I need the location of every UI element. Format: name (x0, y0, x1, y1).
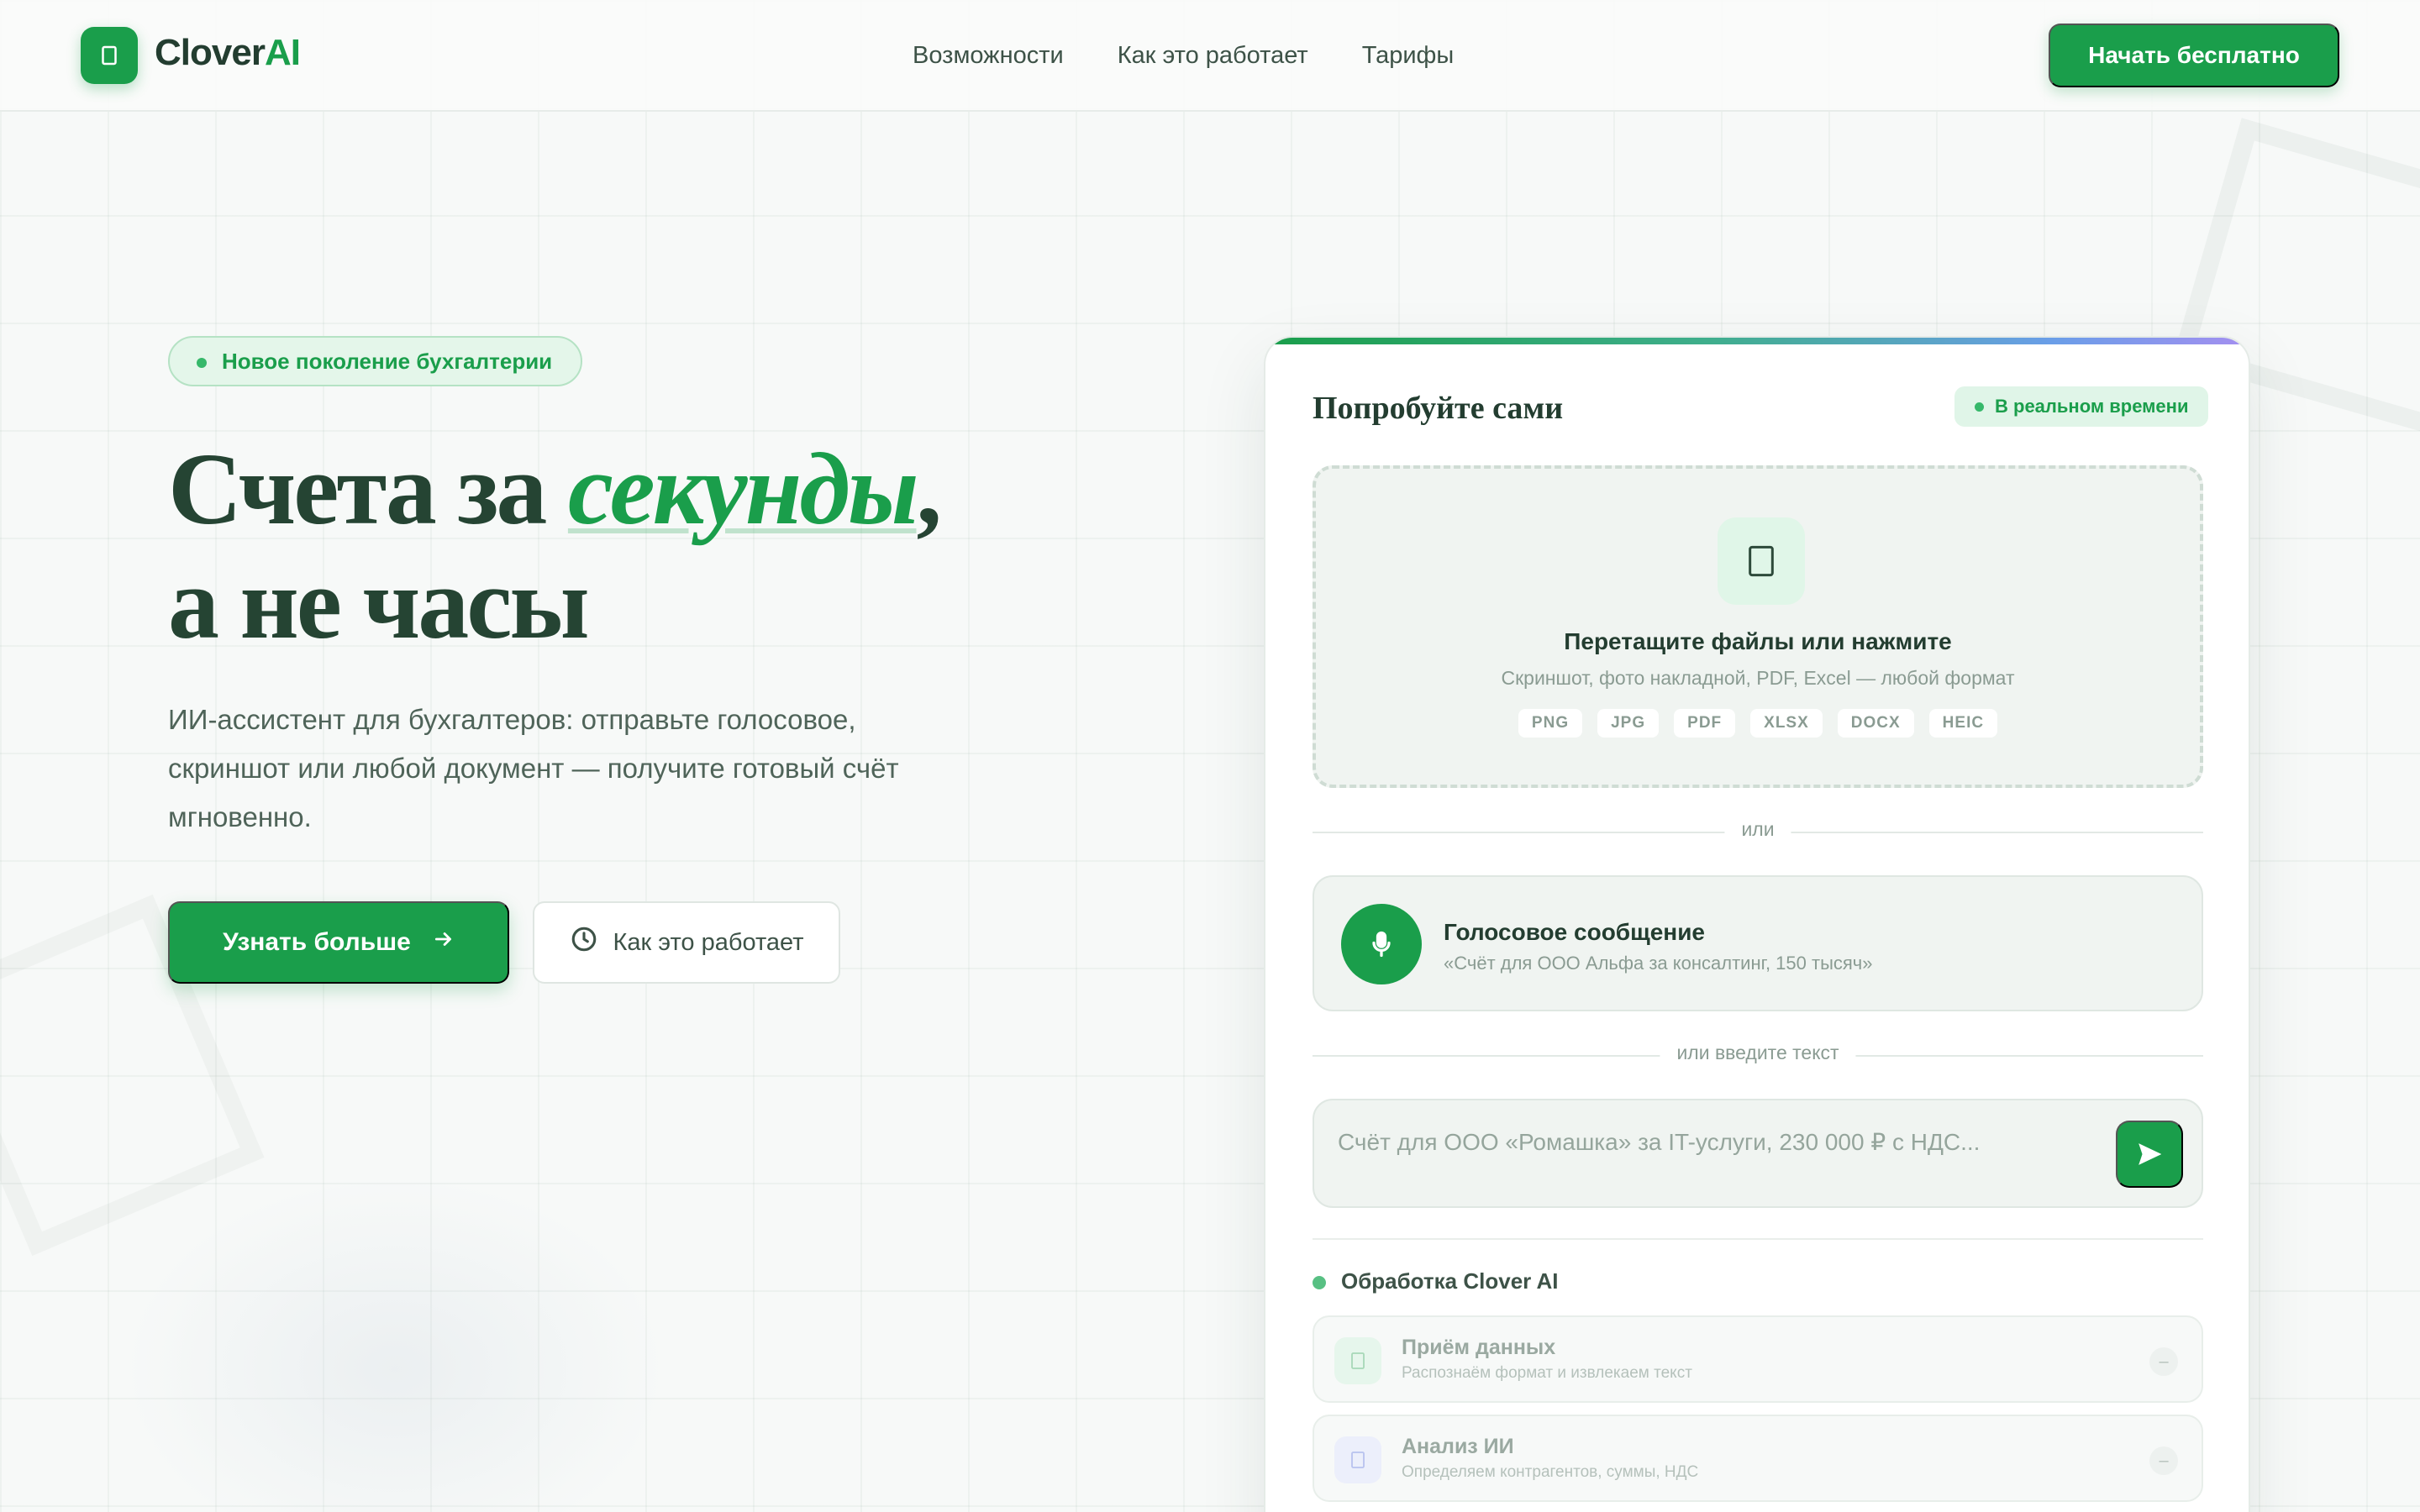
format-tag: JPG (1597, 709, 1660, 738)
title-accent: секунды (567, 433, 919, 546)
top-navbar: CloverAI Возможности Как это работает Та… (0, 0, 2420, 112)
processing-step: Анализ ИИ Определяем контрагентов, суммы… (1313, 1415, 2203, 1502)
inbox-icon (1334, 1337, 1381, 1384)
processing-title: Обработка Clover AI (1313, 1268, 1559, 1294)
text-input-box (1313, 1099, 2203, 1208)
processing-step: Приём данных Распознаём формат и извлека… (1313, 1315, 2203, 1403)
demo-title: Попробуйте сами (1313, 391, 1564, 426)
how-it-works-button[interactable]: Как это работает (533, 901, 840, 984)
format-tag: DOCX (1837, 709, 1914, 738)
microphone-icon[interactable] (1341, 904, 1422, 984)
voice-title: Голосовое сообщение (1444, 919, 1705, 945)
realtime-dot (1975, 402, 1984, 412)
demo-card: Попробуйте сами В реальном времени Перет… (1264, 336, 2250, 1512)
hero-subtitle: ИИ-ассистент для бухгалтеров: отправьте … (168, 704, 899, 832)
dropzone-title: Перетащите файлы или нажмите (1564, 628, 1952, 654)
hero-badge: Новое поколение бухгалтерии (168, 336, 583, 386)
step-status: – (2149, 1446, 2178, 1475)
file-upload-icon (1718, 517, 1805, 605)
voice-message-option[interactable]: Голосовое сообщение «Счёт для ООО Альфа … (1313, 875, 2203, 1011)
or-divider: или (1313, 818, 2203, 841)
processing-dot (1313, 1276, 1326, 1289)
nav-link-how-it-works[interactable]: Как это работает (1118, 42, 1308, 70)
sparkle-icon (1334, 1436, 1381, 1483)
learn-more-label: Узнать больше (223, 928, 411, 956)
how-it-works-label: Как это работает (613, 928, 804, 956)
or-text-label: или введите текст (1660, 1042, 1856, 1064)
card-gradient-bar (1265, 338, 2249, 344)
start-free-button[interactable]: Начать бесплатно (2049, 24, 2339, 87)
step-title: Приём данных (1402, 1336, 1556, 1359)
format-tag: PDF (1674, 709, 1736, 738)
learn-more-button[interactable]: Узнать больше (168, 901, 509, 984)
badge-dot (197, 358, 207, 368)
file-dropzone[interactable]: Перетащите файлы или нажмите Скриншот, ф… (1313, 465, 2203, 788)
step-title: Анализ ИИ (1402, 1435, 1514, 1458)
dropzone-subtitle: Скриншот, фото накладной, PDF, Excel — л… (1501, 667, 2015, 689)
clock-icon (570, 925, 598, 960)
format-tag: XLSX (1750, 709, 1823, 738)
arrow-right-icon (433, 928, 455, 957)
realtime-label: В реальном времени (1995, 396, 2189, 417)
format-list: PNG JPG PDF XLSX DOCX HEIC (1316, 709, 2200, 738)
badge-label: Новое поколение бухгалтерии (222, 348, 553, 374)
or-text-divider: или введите текст (1313, 1042, 2203, 1064)
processing-divider (1313, 1238, 2203, 1240)
invoice-text-input[interactable] (1338, 1124, 2094, 1161)
logo-icon[interactable] (81, 27, 138, 84)
step-subtitle: Распознаём формат и извлекаем текст (1402, 1364, 1692, 1382)
step-status: – (2149, 1347, 2178, 1376)
title-comma: , (916, 433, 941, 546)
nav-link-pricing[interactable]: Тарифы (1362, 42, 1455, 70)
format-tag: HEIC (1928, 709, 1998, 738)
voice-example: «Счёт для ООО Альфа за консалтинг, 150 т… (1444, 953, 1873, 974)
nav-links: Возможности Как это работает Тарифы (913, 42, 1454, 70)
processing-label: Обработка Clover AI (1341, 1268, 1559, 1294)
title-line2: а не часы (168, 547, 590, 660)
hero-title: Счета за секунды, а не часы (168, 433, 942, 661)
send-button[interactable] (2116, 1121, 2183, 1188)
step-subtitle: Определяем контрагентов, суммы, НДС (1402, 1463, 1699, 1481)
or-label: или (1724, 818, 1791, 841)
nav-link-features[interactable]: Возможности (913, 42, 1064, 70)
format-tag: PNG (1518, 709, 1583, 738)
realtime-badge: В реальном времени (1954, 386, 2209, 427)
title-part: Счета за (168, 433, 568, 546)
logo-text[interactable]: CloverAI (155, 32, 301, 74)
